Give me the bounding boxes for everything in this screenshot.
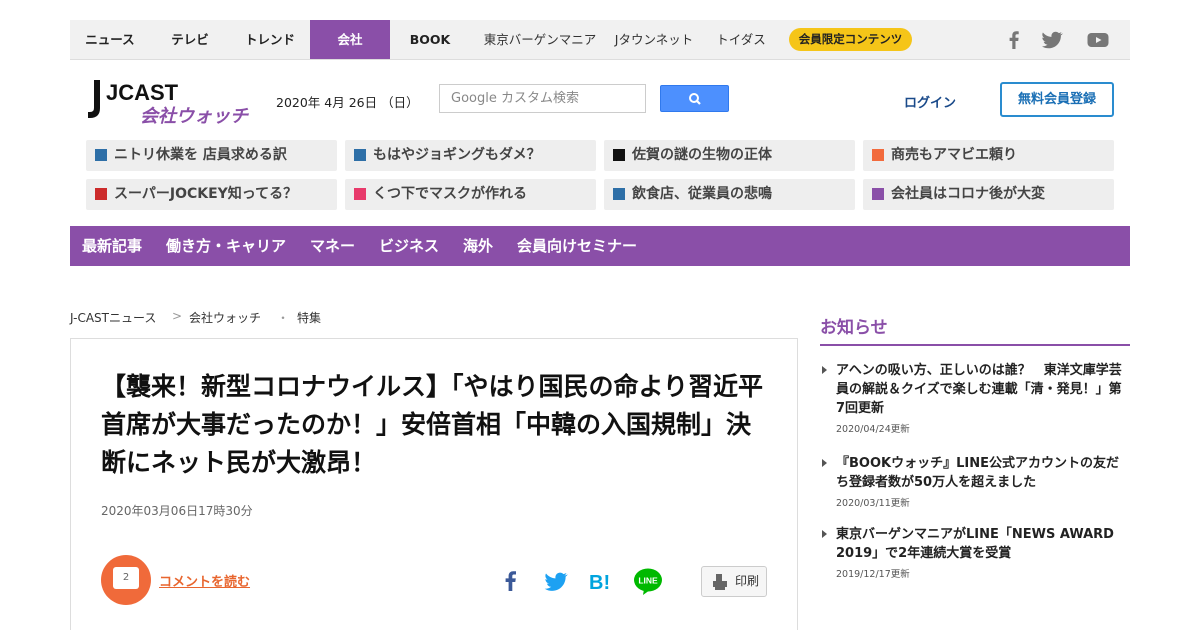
notice-text[interactable]: 『BOOKウォッチ』LINE公式アカウントの友だち登録者数が50万人を超えました bbox=[836, 454, 1122, 492]
trend-bullet bbox=[872, 188, 884, 200]
current-date: 2020年 4月 26日 （日） bbox=[276, 95, 419, 110]
breadcrumb-home[interactable]: J-CASTニュース bbox=[70, 309, 156, 326]
trend-label: 会社員はコロナ後が大変 bbox=[891, 186, 1045, 202]
trend-item[interactable]: 商売もアマビエ頼り bbox=[863, 140, 1114, 171]
search-placeholder: Google カスタム検索 bbox=[451, 91, 579, 106]
trend-bullet bbox=[95, 149, 107, 161]
trend-label: 佐賀の謎の生物の正体 bbox=[632, 147, 772, 163]
notice-item[interactable]: アヘンの吸い方、正しいのは誰？ 東洋文庫学芸員の解説＆クイズで楽しむ連載「清・発… bbox=[822, 361, 1122, 435]
line-share-icon[interactable]: LINE bbox=[632, 567, 664, 595]
mainnav-money[interactable]: マネー bbox=[310, 226, 355, 266]
trend-label: 飲食店、従業員の悲鳴 bbox=[632, 186, 772, 202]
mainnav-business[interactable]: ビジネス bbox=[379, 226, 439, 266]
notice-divider bbox=[820, 344, 1130, 346]
trend-bullet bbox=[872, 149, 884, 161]
facebook-icon[interactable] bbox=[1002, 28, 1026, 52]
breadcrumb-separator: > bbox=[172, 309, 183, 323]
login-link[interactable]: ログイン bbox=[904, 92, 956, 111]
trend-label: スーパーJOCKEY知ってる？ bbox=[114, 186, 298, 202]
arrow-right-icon bbox=[822, 530, 827, 538]
trend-label: ニトリ休業を 店員求める訳 bbox=[114, 147, 287, 163]
trend-label: くつ下でマスクが作れる bbox=[373, 186, 527, 202]
notice-heading: お知らせ bbox=[820, 318, 888, 338]
trend-item[interactable]: くつ下でマスクが作れる bbox=[345, 179, 596, 210]
notice-text[interactable]: 東京バーゲンマニアがLINE「NEWS AWARD 2019」で2年連続大賞を受… bbox=[836, 525, 1122, 563]
twitter-share-icon[interactable] bbox=[542, 567, 570, 595]
trend-item[interactable]: 佐賀の謎の生物の正体 bbox=[604, 140, 855, 171]
search-input[interactable]: Google カスタム検索 bbox=[439, 84, 646, 113]
topnav-jtown[interactable]: Jタウンネット bbox=[608, 20, 700, 59]
hatena-bookmark-icon[interactable]: B! bbox=[587, 567, 615, 595]
read-comments-link[interactable]: コメントを読む bbox=[159, 571, 250, 590]
breadcrumb-section[interactable]: 会社ウォッチ bbox=[189, 309, 261, 326]
article-date: 2020年03月06日17時30分 bbox=[101, 504, 253, 518]
trend-bullet bbox=[354, 149, 366, 161]
topnav-trend[interactable]: トレンド bbox=[230, 20, 310, 59]
member-content-button[interactable]: 会員限定コンテンツ bbox=[789, 28, 912, 51]
logo-main-text: JCAST bbox=[106, 80, 179, 105]
search-icon bbox=[689, 93, 701, 105]
trend-bullet bbox=[613, 149, 625, 161]
search-button[interactable] bbox=[660, 85, 729, 112]
svg-text:LINE: LINE bbox=[638, 576, 658, 586]
youtube-icon[interactable] bbox=[1086, 28, 1110, 52]
notice-text[interactable]: アヘンの吸い方、正しいのは誰？ 東洋文庫学芸員の解説＆クイズで楽しむ連載「清・発… bbox=[836, 361, 1122, 418]
main-navigation: 最新記事 働き方・キャリア マネー ビジネス 海外 会員向けセミナー bbox=[70, 226, 1130, 266]
topnav-news[interactable]: ニュース bbox=[70, 20, 150, 59]
svg-text:B!: B! bbox=[589, 572, 610, 594]
article-title: 【襲来！新型コロナウイルス】「やはり国民の命より習近平首席が大事だったのか！」安… bbox=[101, 372, 764, 477]
breadcrumb-separator: ・ bbox=[277, 311, 290, 325]
top-navigation: ニュース テレビ トレンド 会社 BOOK 東京バーゲンマニア Jタウンネット … bbox=[70, 20, 1130, 60]
mainnav-overseas[interactable]: 海外 bbox=[463, 226, 493, 266]
comment-count: 2 bbox=[113, 567, 139, 589]
jcast-kaisha-watch-logo[interactable]: JCAST 会社ウォッチ bbox=[86, 78, 256, 126]
notice-item[interactable]: 東京バーゲンマニアがLINE「NEWS AWARD 2019」で2年連続大賞を受… bbox=[822, 525, 1122, 580]
facebook-share-icon[interactable] bbox=[497, 567, 525, 595]
print-button[interactable]: 印刷 bbox=[701, 566, 767, 597]
notice-date: 2020/03/11更新 bbox=[836, 498, 910, 509]
arrow-right-icon bbox=[822, 459, 827, 467]
mainnav-seminar[interactable]: 会員向けセミナー bbox=[517, 226, 637, 266]
twitter-icon[interactable] bbox=[1040, 28, 1064, 52]
arrow-right-icon bbox=[822, 366, 827, 374]
topnav-book[interactable]: BOOK bbox=[390, 20, 470, 59]
print-label: 印刷 bbox=[735, 574, 760, 588]
logo-sub-text: 会社ウォッチ bbox=[140, 106, 249, 126]
trend-item[interactable]: もはやジョギングもダメ？ bbox=[345, 140, 596, 171]
notice-item[interactable]: 『BOOKウォッチ』LINE公式アカウントの友だち登録者数が50万人を超えました… bbox=[822, 454, 1122, 509]
trend-item[interactable]: 会社員はコロナ後が大変 bbox=[863, 179, 1114, 210]
printer-icon bbox=[713, 574, 727, 590]
mainnav-latest[interactable]: 最新記事 bbox=[82, 226, 142, 266]
trend-item[interactable]: スーパーJOCKEY知ってる？ bbox=[86, 179, 337, 210]
trend-item[interactable]: ニトリ休業を 店員求める訳 bbox=[86, 140, 337, 171]
trend-item[interactable]: 飲食店、従業員の悲鳴 bbox=[604, 179, 855, 210]
trend-bullet bbox=[613, 188, 625, 200]
topnav-company[interactable]: 会社 bbox=[310, 20, 390, 59]
register-button[interactable]: 無料会員登録 bbox=[1000, 82, 1114, 117]
breadcrumb-current: 特集 bbox=[297, 311, 322, 325]
topnav-tv[interactable]: テレビ bbox=[150, 20, 230, 59]
topnav-toidas[interactable]: トイダス bbox=[706, 20, 776, 59]
notice-date: 2020/04/24更新 bbox=[836, 424, 910, 435]
trend-label: 商売もアマビエ頼り bbox=[891, 147, 1017, 163]
trend-bullet bbox=[95, 188, 107, 200]
notice-date: 2019/12/17更新 bbox=[836, 569, 910, 580]
mainnav-career[interactable]: 働き方・キャリア bbox=[166, 226, 286, 266]
trend-label: もはやジョギングもダメ？ bbox=[373, 147, 541, 163]
trend-bullet bbox=[354, 188, 366, 200]
topnav-bargain[interactable]: 東京バーゲンマニア bbox=[470, 20, 610, 59]
